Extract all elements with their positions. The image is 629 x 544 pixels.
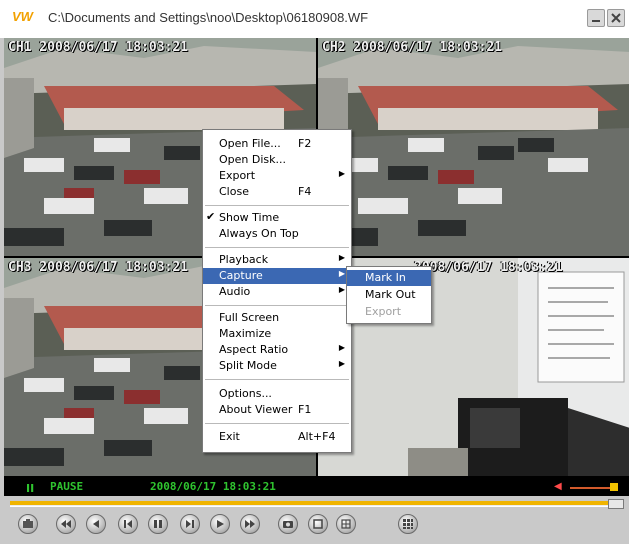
pause-button[interactable] <box>148 514 168 534</box>
status-bar: II PAUSE 2008/06/17 18:03:21 ◀ <box>4 478 629 496</box>
pause-icon <box>154 520 162 528</box>
menu-item-open-disk[interactable]: Open Disk... <box>203 152 351 168</box>
menu-item-export[interactable]: Export ▶ <box>203 168 351 184</box>
pause-status-icon: II <box>26 482 35 495</box>
osd-timestamp: 2008/06/17 18:03:21 <box>414 260 563 275</box>
submenu-arrow-icon: ▶ <box>338 359 345 368</box>
menu-item-close[interactable]: Close F4 <box>203 184 351 200</box>
volume-slider[interactable] <box>570 487 612 489</box>
close-icon <box>611 13 621 23</box>
check-icon: ✔ <box>206 210 216 223</box>
parking-lot-scene <box>318 38 629 256</box>
rewind-button[interactable] <box>86 514 106 534</box>
speaker-icon[interactable]: ◀ <box>554 481 562 492</box>
submenu-arrow-icon: ▶ <box>338 343 345 352</box>
step-back-icon <box>124 520 132 528</box>
menu-item-exit[interactable]: Exit Alt+F4 <box>203 429 351 445</box>
quad-view-icon <box>341 519 351 529</box>
submenu-item-mark-in[interactable]: Mark In <box>347 270 431 286</box>
menu-item-show-time[interactable]: ✔ Show Time <box>203 210 351 226</box>
submenu-item-export: Export <box>365 305 402 318</box>
capture-submenu: Mark In Mark Out Export <box>346 266 432 324</box>
first-frame-button[interactable] <box>56 514 76 534</box>
grid-view-button[interactable] <box>398 514 418 534</box>
vw-logo-icon: VW <box>12 9 33 24</box>
close-button[interactable] <box>607 9 625 27</box>
menu-item-always-on-top[interactable]: Always On Top <box>203 226 351 242</box>
first-frame-icon <box>61 520 71 528</box>
window-title: C:\Documents and Settings\noo\Desktop\06… <box>48 10 369 25</box>
menu-item-about-viewer[interactable]: About Viewer F1 <box>203 402 351 418</box>
playback-state: PAUSE <box>50 480 84 493</box>
menu-separator <box>205 423 349 424</box>
seek-fill <box>10 501 620 505</box>
step-back-button[interactable] <box>118 514 138 534</box>
osd-timestamp: CH1 2008/06/17 18:03:21 <box>8 40 189 55</box>
menu-item-split-mode[interactable]: Split Mode ▶ <box>203 358 351 374</box>
rewind-icon <box>93 520 99 528</box>
playback-time: 2008/06/17 18:03:21 <box>150 480 276 493</box>
title-bar[interactable]: VW C:\Documents and Settings\noo\Desktop… <box>0 0 629 38</box>
single-view-icon <box>313 519 323 529</box>
minimize-icon <box>592 20 600 22</box>
osd-timestamp: CH3 2008/06/17 18:03:21 <box>8 260 189 275</box>
play-button[interactable] <box>210 514 230 534</box>
step-forward-button[interactable] <box>180 514 200 534</box>
menu-item-aspect-ratio[interactable]: Aspect Ratio ▶ <box>203 342 351 358</box>
single-view-button[interactable] <box>308 514 328 534</box>
menu-item-maximize[interactable]: Maximize <box>203 326 351 342</box>
submenu-arrow-icon: ▶ <box>338 269 345 278</box>
context-menu: Open File... F2 Open Disk... Export ▶ Cl… <box>202 129 352 453</box>
seek-bar[interactable] <box>10 499 624 509</box>
menu-item-full-screen[interactable]: Full Screen <box>203 310 351 326</box>
menu-separator <box>205 305 349 306</box>
quad-view-button[interactable] <box>336 514 356 534</box>
submenu-item-mark-out[interactable]: Mark Out <box>347 287 431 303</box>
menu-item-options[interactable]: Options... <box>203 386 351 402</box>
submenu-arrow-icon: ▶ <box>338 169 345 178</box>
snapshot-icon <box>23 519 33 528</box>
menu-item-open-file[interactable]: Open File... F2 <box>203 136 351 152</box>
seek-thumb[interactable] <box>608 499 624 509</box>
volume-knob[interactable] <box>610 483 618 491</box>
menu-separator <box>205 379 349 380</box>
minimize-button[interactable] <box>587 9 605 27</box>
osd-timestamp: CH2 2008/06/17 18:03:21 <box>322 40 503 55</box>
submenu-arrow-icon: ▶ <box>338 253 345 262</box>
fast-forward-icon <box>245 520 255 528</box>
camera-button[interactable] <box>278 514 298 534</box>
menu-separator <box>205 205 349 206</box>
submenu-arrow-icon: ▶ <box>338 285 345 294</box>
menu-item-capture[interactable]: Capture ▶ <box>203 268 351 284</box>
fast-forward-button[interactable] <box>240 514 260 534</box>
menu-separator <box>205 247 349 248</box>
camera-view-ch2[interactable]: CH2 2008/06/17 18:03:21 <box>318 38 629 256</box>
grid-view-icon <box>403 519 413 529</box>
snapshot-button[interactable] <box>18 514 38 534</box>
play-icon <box>217 520 224 528</box>
step-forward-icon <box>186 520 194 528</box>
menu-item-audio[interactable]: Audio ▶ <box>203 284 351 300</box>
menu-item-playback[interactable]: Playback ▶ <box>203 252 351 268</box>
camera-icon <box>283 521 293 528</box>
